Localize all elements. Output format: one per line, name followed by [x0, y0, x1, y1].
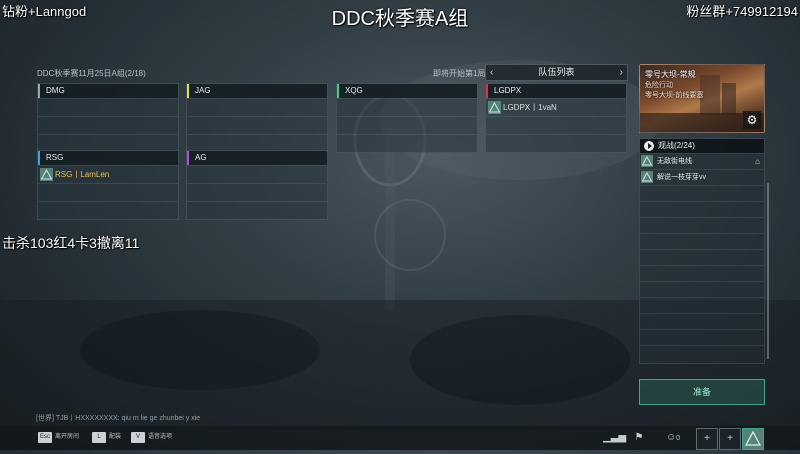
- map-mode-card[interactable]: 零号大坝-常规 危险行动 零号大坝-前线要塞 ⚙: [639, 64, 765, 133]
- hint-leave-room[interactable]: Esc 离开房间: [38, 432, 79, 443]
- spectator-panel: 观战(2/24) 无敌街电线 ⌂ 解说一枝芽芽vv: [639, 138, 769, 364]
- key-l: L: [92, 432, 106, 443]
- player-rank-icon: [40, 168, 53, 181]
- empty-member-slot: [337, 134, 477, 152]
- team-color-bar: [187, 151, 189, 165]
- spectator-row[interactable]: 无敌街电线 ⌂: [640, 153, 764, 169]
- empty-member-slot: [187, 116, 327, 134]
- add-member-button[interactable]: +: [719, 428, 741, 450]
- member-row[interactable]: LGDPX丨1vaN: [486, 98, 626, 116]
- empty-member-slot: [38, 183, 178, 201]
- empty-spectator-slot: [640, 217, 764, 233]
- world-chat-message: [世界] TJB丨HXXXXXXXX: qiu m lie ge zhunbei…: [36, 415, 201, 422]
- empty-member-slot: [486, 116, 626, 134]
- empty-member-slot: [337, 116, 477, 134]
- home-icon: ⌂: [755, 157, 760, 166]
- stream-title: DDC秋季赛A组: [331, 8, 469, 30]
- empty-spectator-slot: [640, 201, 764, 217]
- team-slot-xqg[interactable]: XQG: [336, 83, 478, 153]
- empty-member-slot: [38, 98, 178, 116]
- hint-label: 配装: [109, 434, 122, 440]
- empty-member-slot: [187, 201, 327, 219]
- team-header: JAG: [187, 84, 327, 98]
- team-slot-dmg[interactable]: DMG: [37, 83, 179, 153]
- flag-icon[interactable]: ⚑: [629, 428, 649, 448]
- chevron-left-icon[interactable]: ‹: [490, 65, 493, 80]
- round-countdown-label: 即将开始第1局: [433, 69, 486, 78]
- party-icon[interactable]: ☺0: [660, 428, 686, 448]
- team-color-bar: [38, 84, 40, 98]
- hint-loadout[interactable]: L 配装: [92, 432, 121, 443]
- empty-spectator-slot: [640, 233, 764, 249]
- member-name: RSG丨LamLen: [55, 170, 110, 179]
- team-name: AG: [195, 153, 207, 162]
- key-esc: Esc: [38, 432, 53, 443]
- map-name: 零号大坝-前线要塞: [645, 92, 704, 99]
- ready-button[interactable]: 准备: [639, 379, 765, 405]
- team-name: DMG: [46, 86, 65, 95]
- player-rank-icon: [488, 101, 501, 114]
- team-color-bar: [38, 151, 40, 165]
- chevron-right-icon[interactable]: ›: [620, 65, 623, 80]
- empty-member-slot: [187, 98, 327, 116]
- team-list-header: ‹ 队伍列表 ›: [485, 64, 628, 81]
- team-name: JAG: [195, 86, 211, 95]
- spectator-name: 无敌街电线: [657, 158, 692, 165]
- empty-member-slot: [187, 165, 327, 183]
- member-name: LGDPX丨1vaN: [503, 103, 557, 112]
- rank-badge-icon[interactable]: [742, 428, 764, 450]
- member-row[interactable]: RSG丨LamLen: [38, 165, 178, 183]
- key-v: V: [131, 432, 145, 443]
- team-header: RSG: [38, 151, 178, 165]
- empty-spectator-slot: [640, 297, 764, 313]
- empty-member-slot: [486, 134, 626, 152]
- team-list-title: 队伍列表: [538, 67, 575, 77]
- team-color-bar: [187, 84, 189, 98]
- hint-voice-options[interactable]: V 语音选项: [131, 432, 172, 443]
- empty-member-slot: [187, 183, 327, 201]
- team-name: LGDPX: [494, 86, 522, 95]
- empty-member-slot: [38, 116, 178, 134]
- map-difficulty: 危险行动: [645, 82, 673, 89]
- team-slot-ag[interactable]: AG: [186, 150, 328, 220]
- team-name: RSG: [46, 153, 64, 162]
- spectator-name: 解说一枝芽芽vv: [657, 174, 706, 181]
- team-header: DMG: [38, 84, 178, 98]
- team-header: AG: [187, 151, 327, 165]
- spectator-count: 观战(2/24): [658, 141, 695, 150]
- team-slot-jag[interactable]: JAG: [186, 83, 328, 153]
- empty-spectator-slot: [640, 345, 764, 361]
- spectator-header[interactable]: 观战(2/24): [640, 139, 764, 153]
- team-header: XQG: [337, 84, 477, 98]
- player-rank-icon: [641, 171, 653, 183]
- hint-label: 离开房间: [55, 434, 80, 440]
- team-slot-rsg[interactable]: RSG RSG丨LamLen: [37, 150, 179, 220]
- kill-stats-overlay: 击杀103红4卡3撤离11: [2, 235, 140, 251]
- map-mode-title: 零号大坝-常规: [645, 70, 696, 79]
- team-color-bar: [337, 84, 339, 98]
- party-count: 0: [676, 435, 681, 442]
- empty-spectator-slot: [640, 185, 764, 201]
- empty-spectator-slot: [640, 281, 764, 297]
- hint-label: 语音选项: [148, 434, 173, 440]
- play-icon: [644, 141, 654, 151]
- spectator-row[interactable]: 解说一枝芽芽vv: [640, 169, 764, 185]
- empty-spectator-slot: [640, 265, 764, 281]
- spectator-scrollbar[interactable]: [767, 183, 769, 359]
- add-friend-button[interactable]: +: [696, 428, 718, 450]
- team-header: LGDPX: [486, 84, 626, 98]
- player-rank-icon: [641, 155, 653, 167]
- empty-spectator-slot: [640, 329, 764, 345]
- empty-member-slot: [337, 98, 477, 116]
- match-info-label: DDC秋季赛11月25日A组(2/18): [37, 69, 146, 78]
- empty-spectator-slot: [640, 313, 764, 329]
- gear-icon[interactable]: ⚙: [743, 111, 761, 129]
- team-name: XQG: [345, 86, 363, 95]
- team-color-bar: [486, 84, 488, 98]
- empty-spectator-slot: [640, 249, 764, 265]
- empty-member-slot: [38, 201, 178, 219]
- team-slot-lgdpx[interactable]: LGDPX LGDPX丨1vaN: [485, 83, 627, 153]
- stats-icon[interactable]: ▁▃▅: [603, 428, 626, 448]
